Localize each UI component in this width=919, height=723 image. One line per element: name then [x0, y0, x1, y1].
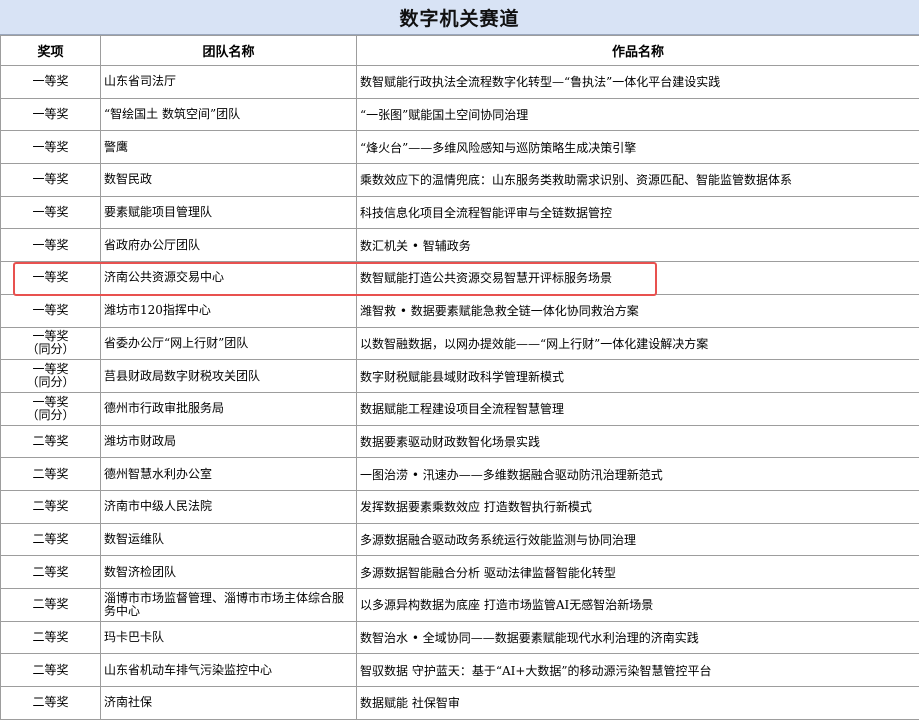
- team-name-cell: 玛卡巴卡队: [100, 620, 357, 655]
- award-cell: 一等奖 （同分）: [0, 326, 101, 361]
- table-row: 一等奖 山东省司法厅 数智赋能行政执法全流程数字化转型—“鲁执法”一体化平台建设实践: [0, 65, 919, 99]
- work-name-cell: “烽火台”——多维风险感知与巡防策略生成决策引擎: [356, 130, 919, 165]
- award-cell: 一等奖: [0, 65, 101, 99]
- award-cell: 一等奖: [0, 195, 101, 230]
- team-name-cell: 山东省司法厅: [100, 65, 357, 99]
- table-row: 二等奖 数智运维队 多源数据融合驱动政务系统运行效能监测与协同治理: [0, 522, 919, 557]
- work-name-cell: 数智赋能行政执法全流程数字化转型—“鲁执法”一体化平台建设实践: [356, 65, 919, 99]
- work-name-cell: 数智赋能打造公共资源交易智慧开评标服务场景: [356, 261, 919, 295]
- table-row: 二等奖 济南市中级人民法院 发挥数据要素乘数效应 打造数智执行新模式: [0, 489, 919, 524]
- work-name-cell: 乘数效应下的温情兜底：山东服务类救助需求识别、资源匹配、智能监管数据体系: [356, 163, 919, 197]
- award-cell: 一等奖: [0, 97, 101, 132]
- work-name-cell: 以多源异构数据为底座 打造市场监管AI无感智治新场景: [356, 588, 919, 622]
- team-name-cell: 警鹰: [100, 130, 357, 165]
- team-name-cell: 要素赋能项目管理队: [100, 195, 357, 230]
- table-row: 一等奖 省政府办公厅团队 数汇机关 • 智辅政务: [0, 228, 919, 263]
- award-column-header: 奖项: [0, 35, 101, 66]
- team-name-cell: 潍坊市120指挥中心: [100, 293, 357, 328]
- award-cell: 二等奖: [0, 588, 101, 622]
- work-name-cell: 数智治水 • 全域协同——数据要素赋能现代水利治理的济南实践: [356, 620, 919, 655]
- page-title: 数字机关赛道: [0, 0, 919, 35]
- table-row: 一等奖 潍坊市120指挥中心 潍智救 • 数据要素赋能急救全链一体化协同救治方案: [0, 293, 919, 328]
- table-row: 二等奖 德州智慧水利办公室 一图治涝 • 汛速办——多维数据融合驱动防汛治理新范式: [0, 457, 919, 491]
- award-cell: 一等奖: [0, 261, 101, 295]
- table-row: 二等奖 玛卡巴卡队 数智治水 • 全域协同——数据要素赋能现代水利治理的济南实践: [0, 620, 919, 655]
- award-cell: 二等奖: [0, 457, 101, 491]
- work-name-cell: 数据赋能工程建设项目全流程智慧管理: [356, 391, 919, 426]
- award-cell: 一等奖 （同分）: [0, 359, 101, 393]
- award-cell: 二等奖: [0, 555, 101, 589]
- work-name-cell: 数汇机关 • 智辅政务: [356, 228, 919, 263]
- table-row: 二等奖 济南社保 数据赋能 社保智审: [0, 686, 919, 720]
- table-row: 二等奖 山东省机动车排气污染监控中心 智驭数据 守护蓝天：基于“AI+大数据”的移动…: [0, 653, 919, 688]
- table-row: 二等奖 潍坊市财政局 数据要素驱动财政数智化场景实践: [0, 424, 919, 459]
- team-column-header: 团队名称: [100, 35, 357, 66]
- work-name-cell: 以数智融数据，以网办提效能——“网上行财”一体化建设解决方案: [356, 326, 919, 361]
- award-cell: 一等奖 （同分）: [0, 391, 101, 426]
- work-name-cell: 科技信息化项目全流程智能评审与全链数据管控: [356, 195, 919, 230]
- work-name-cell: 一图治涝 • 汛速办——多维数据融合驱动防汛治理新范式: [356, 457, 919, 491]
- table-row: 一等奖 （同分） 省委办公厅“网上行财”团队 以数智融数据，以网办提效能——“网上行财…: [0, 326, 919, 361]
- awards-table: 奖项 团队名称 作品名称 一等奖 山东省司法厅 数智赋能行政执法全流程数字化转型—“…: [0, 35, 919, 720]
- table-header-row: 奖项 团队名称 作品名称: [0, 35, 919, 66]
- team-name-cell: 数智民政: [100, 163, 357, 197]
- table-row: 一等奖 济南公共资源交易中心 数智赋能打造公共资源交易智慧开评标服务场景: [0, 261, 919, 295]
- table-row: 一等奖 （同分） 莒县财政局数字财税攻关团队 数字财税赋能县域财政科学管理新模式: [0, 359, 919, 393]
- team-name-cell: 济南市中级人民法院: [100, 489, 357, 524]
- work-name-cell: 多源数据智能融合分析 驱动法律监督智能化转型: [356, 555, 919, 589]
- award-cell: 二等奖: [0, 424, 101, 459]
- team-name-cell: 省政府办公厅团队: [100, 228, 357, 263]
- award-cell: 一等奖: [0, 228, 101, 263]
- work-name-cell: 数字财税赋能县域财政科学管理新模式: [356, 359, 919, 393]
- table-row: 一等奖 要素赋能项目管理队 科技信息化项目全流程智能评审与全链数据管控: [0, 195, 919, 230]
- table-row: 一等奖 数智民政 乘数效应下的温情兜底：山东服务类救助需求识别、资源匹配、智能监管数…: [0, 163, 919, 197]
- work-name-cell: 数据赋能 社保智审: [356, 686, 919, 720]
- team-name-cell: 淄博市市场监督管理、淄博市市场主体综合服务中心: [100, 588, 357, 622]
- work-name-cell: 发挥数据要素乘数效应 打造数智执行新模式: [356, 489, 919, 524]
- award-cell: 一等奖: [0, 293, 101, 328]
- table-row: 一等奖 警鹰 “烽火台”——多维风险感知与巡防策略生成决策引擎: [0, 130, 919, 165]
- work-name-cell: 多源数据融合驱动政务系统运行效能监测与协同治理: [356, 522, 919, 557]
- award-cell: 一等奖: [0, 163, 101, 197]
- work-name-cell: “一张图”赋能国土空间协同治理: [356, 97, 919, 132]
- award-cell: 二等奖: [0, 686, 101, 720]
- table-row: 一等奖 “智绘国土 数筑空间”团队 “一张图”赋能国土空间协同治理: [0, 97, 919, 132]
- team-name-cell: 省委办公厅“网上行财”团队: [100, 326, 357, 361]
- team-name-cell: 山东省机动车排气污染监控中心: [100, 653, 357, 688]
- award-cell: 二等奖: [0, 653, 101, 688]
- award-cell: 一等奖: [0, 130, 101, 165]
- work-column-header: 作品名称: [356, 35, 919, 66]
- team-name-cell: 济南社保: [100, 686, 357, 720]
- award-cell: 二等奖: [0, 522, 101, 557]
- team-name-cell: 德州市行政审批服务局: [100, 391, 357, 426]
- team-name-cell: 数智运维队: [100, 522, 357, 557]
- table-row: 二等奖 数智济检团队 多源数据智能融合分析 驱动法律监督智能化转型: [0, 555, 919, 589]
- award-cell: 二等奖: [0, 620, 101, 655]
- table-row: 二等奖 淄博市市场监督管理、淄博市市场主体综合服务中心 以多源异构数据为底座 打造市…: [0, 588, 919, 622]
- work-name-cell: 数据要素驱动财政数智化场景实践: [356, 424, 919, 459]
- team-name-cell: 潍坊市财政局: [100, 424, 357, 459]
- team-name-cell: 德州智慧水利办公室: [100, 457, 357, 491]
- team-name-cell: “智绘国土 数筑空间”团队: [100, 97, 357, 132]
- work-name-cell: 潍智救 • 数据要素赋能急救全链一体化协同救治方案: [356, 293, 919, 328]
- team-name-cell: 莒县财政局数字财税攻关团队: [100, 359, 357, 393]
- award-cell: 二等奖: [0, 489, 101, 524]
- work-name-cell: 智驭数据 守护蓝天：基于“AI+大数据”的移动源污染智慧管控平台: [356, 653, 919, 688]
- table-row: 一等奖 （同分） 德州市行政审批服务局 数据赋能工程建设项目全流程智慧管理: [0, 391, 919, 426]
- team-name-cell: 数智济检团队: [100, 555, 357, 589]
- team-name-cell: 济南公共资源交易中心: [100, 261, 357, 295]
